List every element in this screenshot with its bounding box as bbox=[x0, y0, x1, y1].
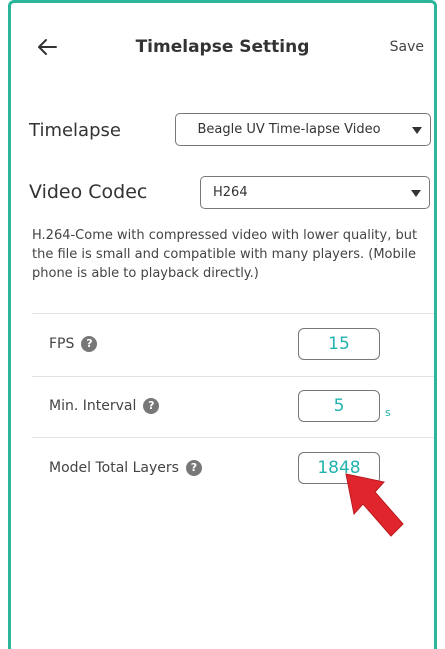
codec-description: H.264-Come with compressed video with lo… bbox=[32, 228, 418, 281]
help-icon[interactable]: ? bbox=[185, 460, 202, 476]
timelapse-selected-value: Beagle UV Time-lapse Video bbox=[197, 122, 381, 137]
model-total-layers-label: Model Total Layers ? bbox=[49, 460, 202, 476]
save-button[interactable]: Save bbox=[390, 39, 424, 55]
help-icon[interactable]: ? bbox=[143, 398, 160, 414]
page-title: Timelapse Setting bbox=[135, 37, 310, 57]
min-interval-input[interactable]: 5 bbox=[298, 390, 380, 422]
min-interval-label: Min. Interval ? bbox=[49, 398, 160, 414]
divider bbox=[32, 376, 434, 377]
timelapse-label: Timelapse bbox=[29, 120, 121, 141]
fps-label: FPS ? bbox=[49, 336, 98, 352]
chevron-down-icon bbox=[412, 127, 422, 134]
divider bbox=[32, 313, 434, 314]
fps-input[interactable]: 15 bbox=[298, 328, 380, 360]
min-interval-label-text: Min. Interval bbox=[49, 398, 137, 414]
fps-label-text: FPS bbox=[49, 336, 75, 352]
help-icon[interactable]: ? bbox=[81, 336, 98, 352]
header-bar: Timelapse Setting Save bbox=[11, 3, 434, 89]
pointer-arrow-icon bbox=[345, 473, 404, 537]
chevron-down-icon bbox=[411, 190, 421, 197]
model-total-layers-label-text: Model Total Layers bbox=[49, 460, 179, 476]
timelapse-select[interactable]: Beagle UV Time-lapse Video bbox=[175, 113, 431, 146]
video-codec-label: Video Codec bbox=[29, 181, 148, 203]
divider bbox=[32, 437, 434, 438]
app-screen: Timelapse Setting Save Timelapse Beagle … bbox=[8, 0, 437, 649]
min-interval-unit: s bbox=[385, 406, 391, 419]
video-codec-select[interactable]: H264 bbox=[200, 176, 430, 209]
video-codec-selected-value: H264 bbox=[213, 185, 248, 200]
